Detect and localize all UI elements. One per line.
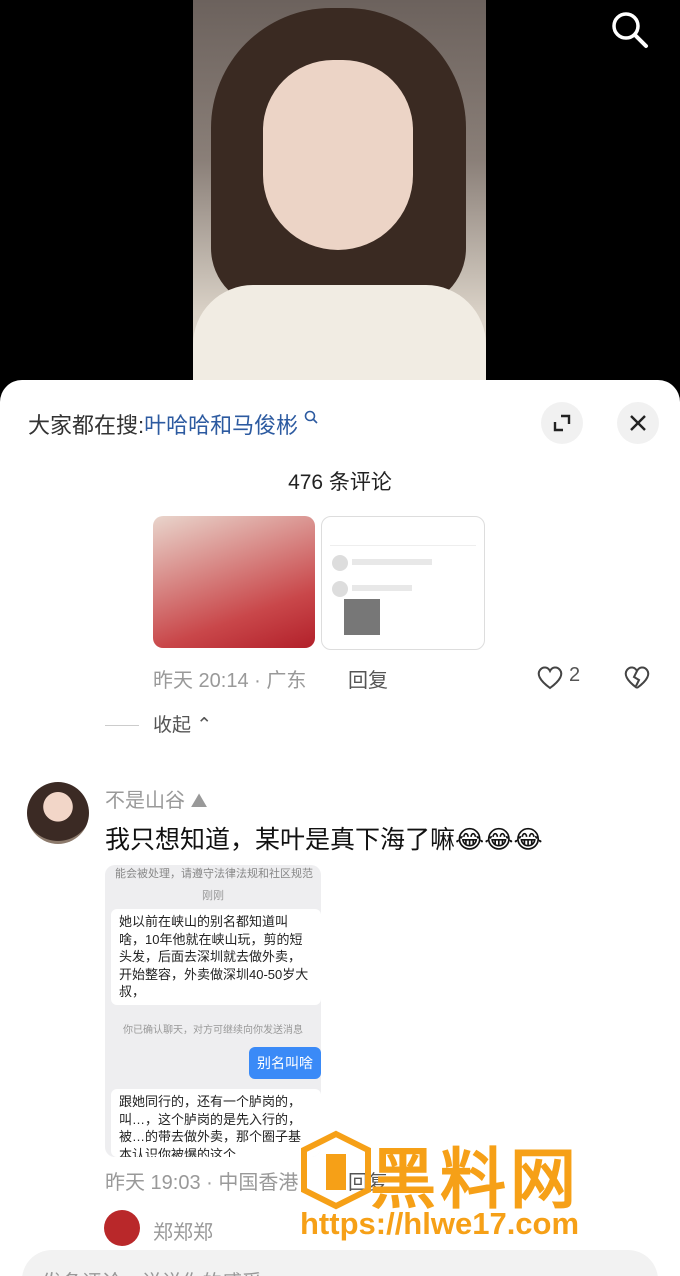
video-frame bbox=[193, 0, 486, 400]
like-button[interactable] bbox=[535, 663, 565, 696]
watermark-logo-icon bbox=[301, 1130, 371, 1210]
comment3-username[interactable]: 郑郑郑 bbox=[153, 1216, 213, 1245]
video-player[interactable] bbox=[0, 0, 680, 400]
like-count: 2 bbox=[569, 664, 581, 686]
suggest-keyword[interactable]: 叶哈哈和马俊彬 bbox=[144, 413, 298, 438]
expand-icon bbox=[553, 414, 571, 432]
reply-button[interactable]: 回复 bbox=[348, 664, 388, 693]
watermark-url: https://hlwe17.com bbox=[300, 1206, 580, 1241]
expand-button[interactable] bbox=[541, 402, 583, 444]
chevron-up-icon: ⌃ bbox=[196, 715, 213, 736]
small-search-icon bbox=[304, 410, 318, 424]
avatar[interactable] bbox=[27, 782, 89, 844]
chat-bubble-1: 她以前在峡山的别名都知道叫啥，10年他就在峡山玩，剪的短头发，后面去深圳就去做外… bbox=[111, 909, 321, 1005]
comment-text: 我只想知道，某叶是真下海了嘛😂😂😂 bbox=[105, 826, 543, 854]
reply-image-1[interactable] bbox=[153, 516, 315, 648]
chat-bubble-2: 跟她同行的，还有一个胪岗的，叫…，这个胪岗的是先入行的，被…的带去做外卖，那个圈… bbox=[111, 1089, 321, 1157]
comment-screenshot[interactable]: 能会被处理，请遵守法律法规和社区规范 刚刚 她以前在峡山的别名都知道叫啥，10年… bbox=[105, 865, 321, 1157]
screenshot-top-note: 能会被处理，请遵守法律法规和社区规范 bbox=[115, 868, 313, 880]
close-button[interactable] bbox=[617, 402, 659, 444]
close-icon bbox=[630, 415, 646, 431]
comment-count: 476 条评论 bbox=[288, 471, 392, 494]
face-shape bbox=[263, 60, 413, 250]
reply-image-2[interactable] bbox=[321, 516, 485, 650]
crying-laugh-emoji: 😂😂😂 bbox=[455, 826, 543, 854]
search-icon[interactable] bbox=[610, 10, 650, 50]
screenshot-system-note: 你已确认聊天，对方可继续向你发送消息 bbox=[123, 1025, 303, 1036]
search-suggestion[interactable]: 大家都在搜:叶哈哈和马俊彬 bbox=[28, 408, 318, 440]
collapse-replies[interactable]: 收起 ⌃ bbox=[105, 710, 212, 737]
divider-line bbox=[105, 725, 139, 727]
collapse-label: 收起 bbox=[153, 715, 192, 736]
broken-heart-icon bbox=[624, 666, 650, 689]
dislike-button[interactable] bbox=[622, 663, 652, 696]
suggest-prefix: 大家都在搜: bbox=[28, 413, 145, 438]
chat-bubble-sent: 别名叫啥 bbox=[249, 1047, 321, 1079]
comment-username[interactable]: 不是山谷 ⛰ bbox=[105, 784, 207, 813]
reply-time-location: 昨天 20:14 · 广东 bbox=[153, 670, 307, 692]
watermark: 黑料网 https://hlwe17.com bbox=[300, 1126, 660, 1256]
screenshot-timestamp: 刚刚 bbox=[202, 890, 224, 902]
mountain-icon: ⛰ bbox=[190, 790, 208, 812]
comment2-time-location: 昨天 19:03 · 中国香港 bbox=[105, 1172, 299, 1194]
heart-icon bbox=[537, 666, 563, 690]
avatar-2[interactable] bbox=[104, 1210, 140, 1246]
input-placeholder: 发条评论，说说你的感受 bbox=[42, 1266, 262, 1276]
